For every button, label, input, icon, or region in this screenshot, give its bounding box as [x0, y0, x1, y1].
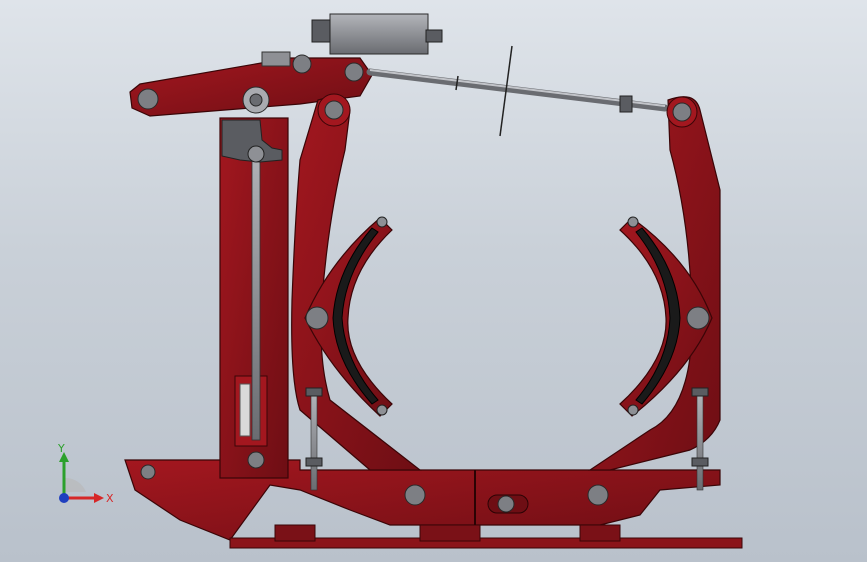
cad-viewport[interactable]: Y X	[0, 0, 867, 562]
base-plate	[124, 459, 743, 549]
x-axis-label: X	[106, 492, 114, 505]
y-axis-label: Y	[57, 442, 65, 455]
thruster-column	[219, 117, 289, 479]
z-axis-marker	[59, 493, 69, 503]
drum-brake-assembly[interactable]	[0, 0, 867, 562]
orientation-triad: Y X	[57, 442, 114, 505]
